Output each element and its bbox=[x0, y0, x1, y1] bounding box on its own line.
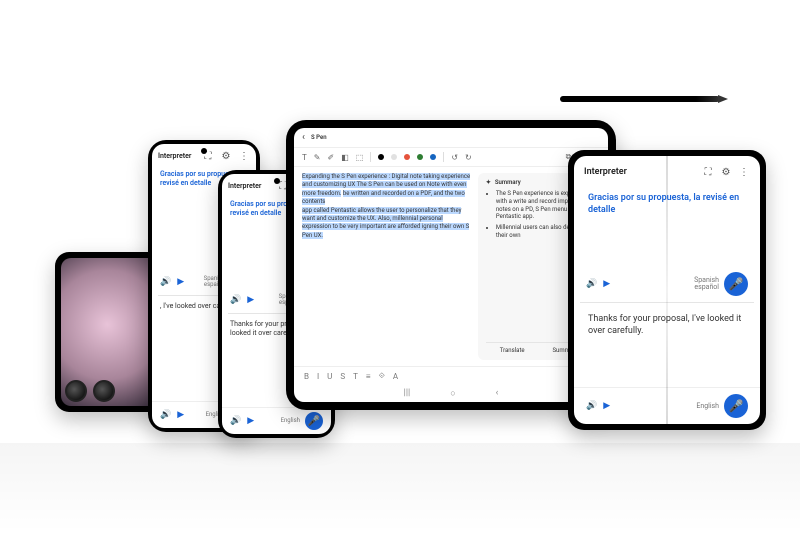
play-icon[interactable]: ▶ bbox=[177, 277, 184, 287]
translate-button[interactable]: Translate bbox=[500, 347, 525, 354]
italic-icon[interactable]: I bbox=[317, 372, 319, 381]
speaker-icon[interactable]: 🔊 bbox=[160, 277, 171, 287]
speaker-icon[interactable]: 🔊 bbox=[586, 401, 597, 411]
mic-icon: 🎤 bbox=[729, 277, 744, 291]
summary-title: Summary bbox=[495, 179, 521, 186]
note-editor[interactable]: Expanding the S Pen experience : Digital… bbox=[302, 173, 472, 360]
textcolor-icon[interactable]: A bbox=[393, 372, 398, 381]
mic-button[interactable]: 🎤 bbox=[724, 272, 748, 296]
list-icon[interactable]: ⟐ bbox=[379, 371, 385, 381]
pencil-tool-icon[interactable]: ✐ bbox=[327, 153, 334, 162]
highlighter-tool-icon[interactable]: ◧ bbox=[341, 153, 349, 162]
s-pen-stylus bbox=[560, 96, 720, 102]
settings-icon[interactable]: ⚙ bbox=[220, 150, 232, 162]
product-lineup-stage: Interpreter ⛶ ⚙ ⋮ Gracias por su propues… bbox=[0, 0, 800, 533]
speaker-icon[interactable]: 🔊 bbox=[230, 295, 241, 305]
mic-button[interactable]: 🎤 bbox=[305, 412, 323, 430]
format-toolbar: B I U S T ≡ ⟐ A bbox=[294, 366, 608, 385]
play-icon[interactable]: ▶ bbox=[603, 401, 610, 411]
flip-camera-module bbox=[65, 380, 115, 402]
device-tablet: ‹ S Pen T ✎ ✐ ◧ ⬚ ↺ ↻ bbox=[286, 120, 616, 410]
back-nav-icon[interactable]: ‹ bbox=[496, 388, 499, 399]
recents-icon[interactable]: ||| bbox=[404, 388, 411, 399]
text-tool-icon[interactable]: T bbox=[302, 153, 307, 162]
mic-icon: 🎤 bbox=[729, 399, 744, 413]
target-language[interactable]: English bbox=[281, 418, 300, 424]
play-icon[interactable]: ▶ bbox=[603, 279, 610, 289]
color-grey-icon[interactable] bbox=[391, 154, 397, 160]
play-icon[interactable]: ▶ bbox=[247, 416, 254, 426]
settings-icon[interactable]: ⚙ bbox=[720, 166, 732, 178]
color-red-icon[interactable] bbox=[404, 154, 410, 160]
app-title: Interpreter bbox=[228, 182, 261, 190]
target-language[interactable]: English bbox=[696, 403, 719, 410]
back-icon[interactable]: ‹ bbox=[302, 132, 305, 143]
bold-icon[interactable]: B bbox=[304, 372, 309, 381]
speaker-icon[interactable]: 🔊 bbox=[230, 416, 241, 426]
floor-reflection bbox=[0, 443, 800, 533]
camera-lens-icon bbox=[65, 380, 87, 402]
strike-icon[interactable]: S bbox=[340, 372, 345, 381]
speaker-icon[interactable]: 🔊 bbox=[586, 279, 597, 289]
separator bbox=[370, 152, 371, 162]
more-icon[interactable]: ⋮ bbox=[738, 166, 750, 178]
eraser-tool-icon[interactable]: ⬚ bbox=[356, 153, 364, 162]
color-blue-icon[interactable] bbox=[430, 154, 436, 160]
separator bbox=[443, 152, 444, 162]
color-green-icon[interactable] bbox=[417, 154, 423, 160]
camera-lens-icon bbox=[93, 380, 115, 402]
highlighted-text: app called Pentastic allows the user to … bbox=[302, 207, 469, 239]
front-camera-icon bbox=[201, 148, 207, 154]
target-text: Thanks for your proposal, I've looked it… bbox=[574, 303, 760, 387]
speaker-icon[interactable]: 🔊 bbox=[160, 410, 171, 420]
front-camera-icon bbox=[274, 178, 280, 184]
expand-icon[interactable]: ⛶ bbox=[702, 166, 714, 178]
textsize-icon[interactable]: T bbox=[353, 372, 358, 381]
redo-icon[interactable]: ↻ bbox=[465, 153, 472, 162]
pen-tool-icon[interactable]: ✎ bbox=[314, 153, 321, 162]
source-text: Gracias por su propuesta, la revisé en d… bbox=[574, 182, 760, 266]
color-black-icon[interactable] bbox=[378, 154, 384, 160]
notes-app: ‹ S Pen T ✎ ✐ ◧ ⬚ ↺ ↻ bbox=[294, 128, 608, 402]
play-icon[interactable]: ▶ bbox=[247, 295, 254, 305]
note-title: S Pen bbox=[311, 134, 600, 141]
source-language-sub: español bbox=[694, 283, 719, 291]
sparkle-icon: ✦ bbox=[486, 179, 491, 186]
drawing-toolbar: T ✎ ✐ ◧ ⬚ ↺ ↻ ⧉ ⇪ ⋮ bbox=[294, 148, 608, 167]
android-nav-bar: ||| ○ ‹ bbox=[294, 385, 608, 402]
device-fold-open: Interpreter ⛶ ⚙ ⋮ Gracias por su propues… bbox=[568, 150, 766, 430]
app-title: Interpreter bbox=[584, 167, 627, 177]
undo-icon[interactable]: ↺ bbox=[451, 153, 458, 162]
play-icon[interactable]: ▶ bbox=[177, 410, 184, 420]
app-title: Interpreter bbox=[158, 152, 191, 160]
align-icon[interactable]: ≡ bbox=[366, 372, 371, 381]
more-icon[interactable]: ⋮ bbox=[238, 150, 250, 162]
underline-icon[interactable]: U bbox=[327, 372, 332, 381]
mic-button[interactable]: 🎤 bbox=[724, 394, 748, 418]
home-icon[interactable]: ○ bbox=[450, 388, 455, 399]
mic-icon: 🎤 bbox=[308, 416, 320, 427]
